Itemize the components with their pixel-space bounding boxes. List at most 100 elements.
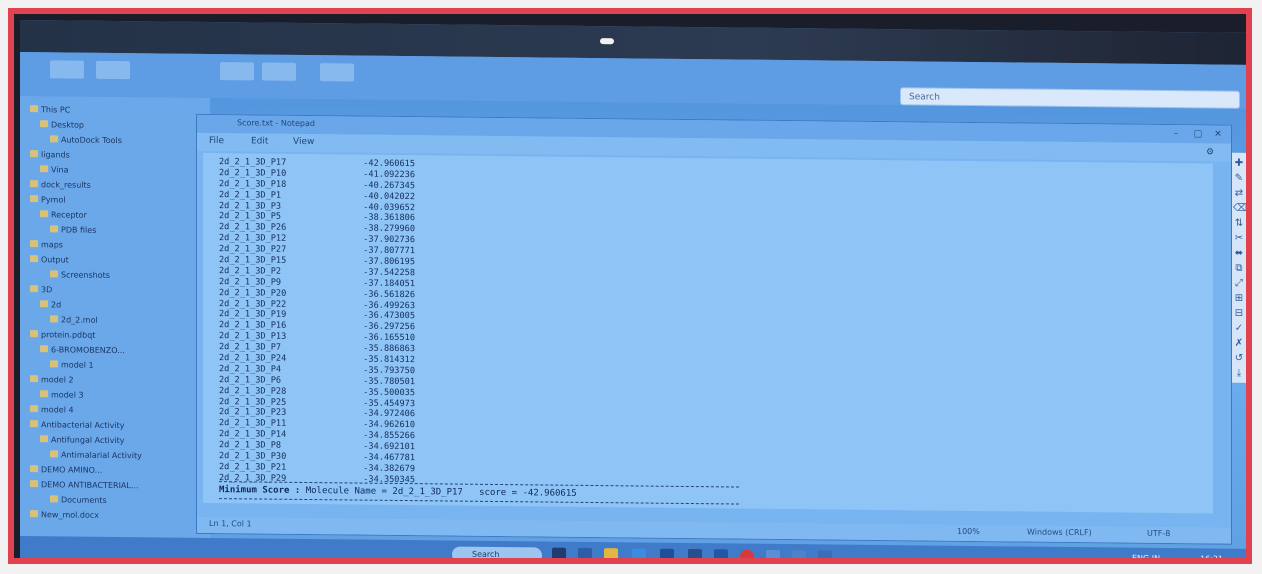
edge-icon[interactable] [632,548,646,558]
explorer-item-label: Antimalarial Activity [61,450,142,461]
folder-icon [30,330,38,338]
explorer-tree-item[interactable]: Antimalarial Activity [50,449,142,461]
tool-icon[interactable]: ⧉ [1233,263,1245,274]
tool-icon[interactable]: ⇄ [1233,188,1245,199]
score-value: -34.972406 [363,409,415,420]
score-value: -34.692101 [363,441,415,453]
settings-icon[interactable]: ⚙ [1201,146,1219,158]
tool-icon[interactable]: ✓ [1233,323,1245,334]
score-value: -40.267345 [363,180,415,191]
mail-icon[interactable] [688,548,702,558]
explorer-tree-item[interactable]: AutoDock Tools [50,134,122,146]
ribbon-button[interactable] [50,60,84,79]
menu-view[interactable]: View [293,137,314,147]
folder-icon [50,270,58,278]
explorer-item-label: 2d_2.mol [61,315,98,325]
tool-icon[interactable]: ✂ [1233,233,1245,244]
explorer-item-label: 6-BROMOBENZO... [51,345,125,356]
explorer-tree-item[interactable]: Antibacterial Activity [30,419,124,431]
file-explorer-icon[interactable] [604,548,618,558]
explorer-tree-item[interactable]: New_mol.docx [30,509,99,521]
explorer-tree-item[interactable]: 6-BROMOBENZO... [40,344,125,356]
clock-time[interactable]: 16:31 [1200,554,1223,558]
ribbon-button[interactable] [320,63,354,82]
explorer-tree-item[interactable]: protein.pdbqt [30,329,95,341]
minimize-icon[interactable]: – [1167,128,1185,140]
tool-icon[interactable]: ⬌ [1233,248,1245,259]
score-value: -36.499263 [363,300,415,311]
explorer-tree-item[interactable]: Antifungal Activity [40,434,125,446]
glare-spot [600,38,614,45]
tool-icon[interactable]: ✎ [1233,173,1245,184]
tool-icon[interactable]: ✚ [1233,158,1245,169]
taskbar-search[interactable]: Search [452,546,542,558]
app-icon[interactable] [766,549,780,558]
tool-icon[interactable]: ✗ [1233,338,1245,349]
score-value: -35.500035 [363,387,415,398]
tool-icon[interactable]: ⤓ [1233,368,1245,379]
explorer-tree-item[interactable]: Documents [50,494,107,506]
explorer-tree-item[interactable]: Desktop [40,119,84,130]
explorer-tree-item[interactable]: DEMO AMINO... [30,464,102,476]
app-icon[interactable] [714,549,728,558]
folder-icon [40,300,48,308]
explorer-tree-item[interactable]: Pymol [30,194,65,205]
molecule-name: 2d_2_1_3D_P29 [219,472,287,484]
score-value: -34.350345 [363,474,415,485]
explorer-tree-item[interactable]: 3D [30,284,52,295]
text-editor[interactable]: 2d_2_1_3D_P17 -42.960615 2d_2_1_3D_P10 -41.… [203,152,1213,514]
maximize-icon[interactable]: □ [1189,128,1207,140]
tool-icon[interactable]: ⊞ [1233,293,1245,304]
explorer-tree-item[interactable]: 2d [40,299,61,310]
explorer-tree-item[interactable]: model 3 [40,389,84,400]
explorer-tree-item[interactable]: 2d_2.mol [50,314,98,325]
explorer-item-label: Output [41,255,69,265]
task-view-icon[interactable] [552,547,566,558]
score-value: -35.454973 [363,398,415,409]
explorer-tree-item[interactable]: Vina [40,164,69,175]
opera-icon[interactable] [740,549,754,558]
search-input[interactable]: Search [900,87,1240,109]
app-icon[interactable] [818,550,832,558]
store-icon[interactable] [660,548,674,558]
widgets-icon[interactable] [578,547,592,558]
close-icon[interactable]: ✕ [1209,128,1227,140]
molecule-name: 2d_2_1_3D_P17 [392,486,463,498]
ribbon-button[interactable] [262,62,296,81]
explorer-tree-item[interactable]: This PC [30,104,70,115]
ribbon-button[interactable] [220,62,254,81]
app-icon[interactable] [792,550,806,558]
score-value: -35.886863 [363,343,415,355]
clock-date[interactable]: 28-02-2025 [1200,563,1241,564]
tool-icon[interactable]: ↺ [1233,353,1245,364]
language-indicator[interactable]: ENG IN [1132,554,1160,558]
minimum-score-line: Minimum Score : Molecule Name = 2d_2_1_3… [219,485,577,499]
score-value: -36.297256 [363,321,415,333]
explorer-tree-item[interactable]: model 1 [50,359,94,370]
explorer-tree-item[interactable]: DEMO ANTIBACTERIAL... [30,479,138,491]
folder-icon [30,255,38,263]
folder-icon [30,510,38,518]
explorer-tree-item[interactable]: ligands [30,149,70,160]
tool-icon[interactable]: ⌫ [1233,203,1246,214]
tool-icon[interactable]: ⤢ [1233,278,1245,289]
explorer-tree-item[interactable]: Screenshots [50,269,110,281]
score-value: -36.165510 [363,332,415,344]
explorer-tree-item[interactable]: dock_results [30,179,91,191]
folder-icon [30,375,38,383]
tool-icon[interactable]: ⇅ [1233,218,1245,229]
explorer-tree-item[interactable]: model 2 [30,374,74,385]
ribbon-button[interactable] [96,60,130,80]
folder-icon [30,195,38,203]
explorer-tree-item[interactable]: model 4 [30,404,74,415]
explorer-item-label: DEMO ANTIBACTERIAL... [41,480,139,491]
menu-edit[interactable]: Edit [251,136,268,146]
explorer-tree-item[interactable]: maps [30,239,63,250]
explorer-tree-item[interactable]: PDB files [50,224,96,235]
explorer-tree-item[interactable]: Receptor [40,209,87,220]
tool-icon[interactable]: ⊟ [1233,308,1245,319]
explorer-tree-item[interactable]: Output [30,254,69,265]
molecule-label: Molecule Name = [305,485,387,497]
menu-file[interactable]: File [209,136,224,146]
folder-icon [40,390,48,398]
